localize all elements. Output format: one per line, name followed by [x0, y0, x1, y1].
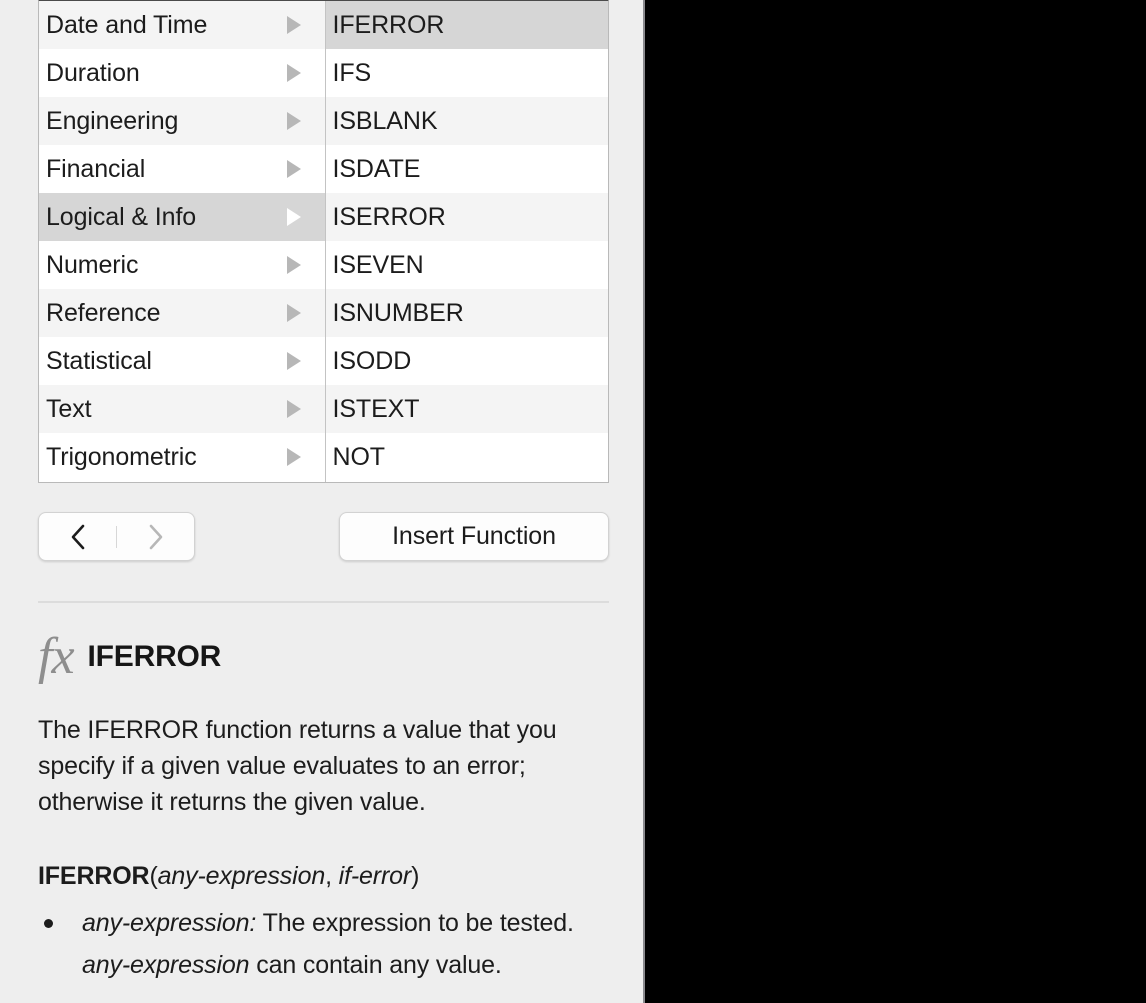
triangle-right-icon: [286, 448, 301, 466]
category-row-engineering[interactable]: Engineering: [39, 97, 325, 145]
syntax-function-name: IFERROR: [38, 862, 150, 890]
function-category-list[interactable]: Date and Time Duration Engineering Finan…: [39, 1, 326, 482]
function-name-heading: IFERROR: [87, 640, 222, 673]
function-row-isblank[interactable]: ISBLANK: [325, 97, 608, 145]
triangle-right-icon: [286, 208, 301, 226]
function-row-iseven[interactable]: ISEVEN: [325, 241, 608, 289]
triangle-right-icon: [286, 352, 301, 370]
category-row-numeric[interactable]: Numeric: [39, 241, 325, 289]
category-row-financial[interactable]: Financial: [39, 145, 325, 193]
function-syntax: IFERROR(any-expression, if-error): [0, 820, 643, 894]
function-title-row: fx IFERROR: [0, 620, 643, 694]
function-browser-lists: Date and Time Duration Engineering Finan…: [38, 0, 609, 483]
category-row-logical-and-info[interactable]: Logical & Info: [39, 193, 325, 241]
category-label: Duration: [46, 58, 140, 87]
chevron-right-icon: [149, 524, 162, 549]
category-row-duration[interactable]: Duration: [39, 49, 325, 97]
fx-icon: fx: [38, 628, 75, 685]
function-label: ISBLANK: [332, 106, 438, 135]
function-label: ISODD: [332, 346, 412, 375]
function-row-not[interactable]: NOT: [325, 433, 608, 481]
function-label: IFS: [332, 58, 372, 87]
category-row-date-and-time[interactable]: Date and Time: [39, 1, 325, 49]
function-label: ISTEXT: [332, 394, 420, 423]
function-name-list[interactable]: IFERROR IFS ISBLANK ISDATE ISERROR ISEVE…: [325, 1, 608, 482]
function-row-iserror[interactable]: ISERROR: [325, 193, 608, 241]
argument-item: any-expression: The expression to be tes…: [0, 902, 643, 986]
function-row-istext[interactable]: ISTEXT: [325, 385, 608, 433]
history-navigation-control[interactable]: [38, 512, 195, 561]
syntax-open-paren: (: [149, 862, 158, 890]
category-label: Date and Time: [46, 10, 208, 39]
category-label: Financial: [46, 154, 146, 183]
category-label: Trigonometric: [46, 442, 197, 471]
syntax-param-1: any-expression: [157, 862, 326, 890]
section-divider: [38, 601, 609, 603]
argument-text-after: can contain any value.: [249, 951, 502, 979]
function-label: ISERROR: [332, 202, 446, 231]
function-row-isdate[interactable]: ISDATE: [325, 145, 608, 193]
argument-text-before: The expression to be tested.: [256, 909, 574, 937]
function-label: ISNUMBER: [332, 298, 464, 327]
function-row-isnumber[interactable]: ISNUMBER: [325, 289, 608, 337]
category-label: Reference: [46, 298, 161, 327]
insert-function-button[interactable]: Insert Function: [339, 512, 609, 561]
triangle-right-icon: [286, 304, 301, 322]
category-label: Engineering: [46, 106, 179, 135]
category-label: Logical & Info: [46, 202, 197, 231]
insert-function-label: Insert Function: [392, 522, 556, 550]
syntax-close-paren: ): [411, 862, 420, 890]
triangle-right-icon: [286, 112, 301, 130]
triangle-right-icon: [286, 160, 301, 178]
category-row-statistical[interactable]: Statistical: [39, 337, 325, 385]
function-browser-panel: Date and Time Duration Engineering Finan…: [0, 0, 645, 1003]
syntax-separator: ,: [325, 862, 339, 890]
category-label: Numeric: [46, 250, 139, 279]
triangle-right-icon: [286, 64, 301, 82]
function-row-isodd[interactable]: ISODD: [325, 337, 608, 385]
forward-button[interactable]: [117, 513, 194, 560]
function-label: IFERROR: [332, 10, 445, 39]
category-label: Text: [46, 394, 92, 423]
chevron-left-icon: [71, 524, 84, 549]
triangle-right-icon: [286, 400, 301, 418]
function-label: ISEVEN: [332, 250, 424, 279]
category-row-text[interactable]: Text: [39, 385, 325, 433]
category-label: Statistical: [46, 346, 152, 375]
triangle-right-icon: [286, 256, 301, 274]
argument-list: any-expression: The expression to be tes…: [0, 902, 643, 986]
syntax-param-2: if-error: [338, 862, 412, 890]
argument-term: any-expression:: [82, 909, 257, 937]
function-row-iferror[interactable]: IFERROR: [325, 1, 608, 49]
function-label: ISDATE: [332, 154, 421, 183]
function-detail-pane: fx IFERROR The IFERROR function returns …: [0, 620, 643, 986]
function-description: The IFERROR function returns a value tha…: [38, 716, 557, 816]
argument-emphasis: any-expression: [82, 951, 250, 979]
bullet-icon: [44, 919, 53, 928]
function-row-ifs[interactable]: IFS: [325, 49, 608, 97]
function-label: NOT: [332, 442, 386, 471]
category-row-trigonometric[interactable]: Trigonometric: [39, 433, 325, 481]
back-button[interactable]: [39, 513, 116, 560]
triangle-right-icon: [286, 16, 301, 34]
category-row-reference[interactable]: Reference: [39, 289, 325, 337]
